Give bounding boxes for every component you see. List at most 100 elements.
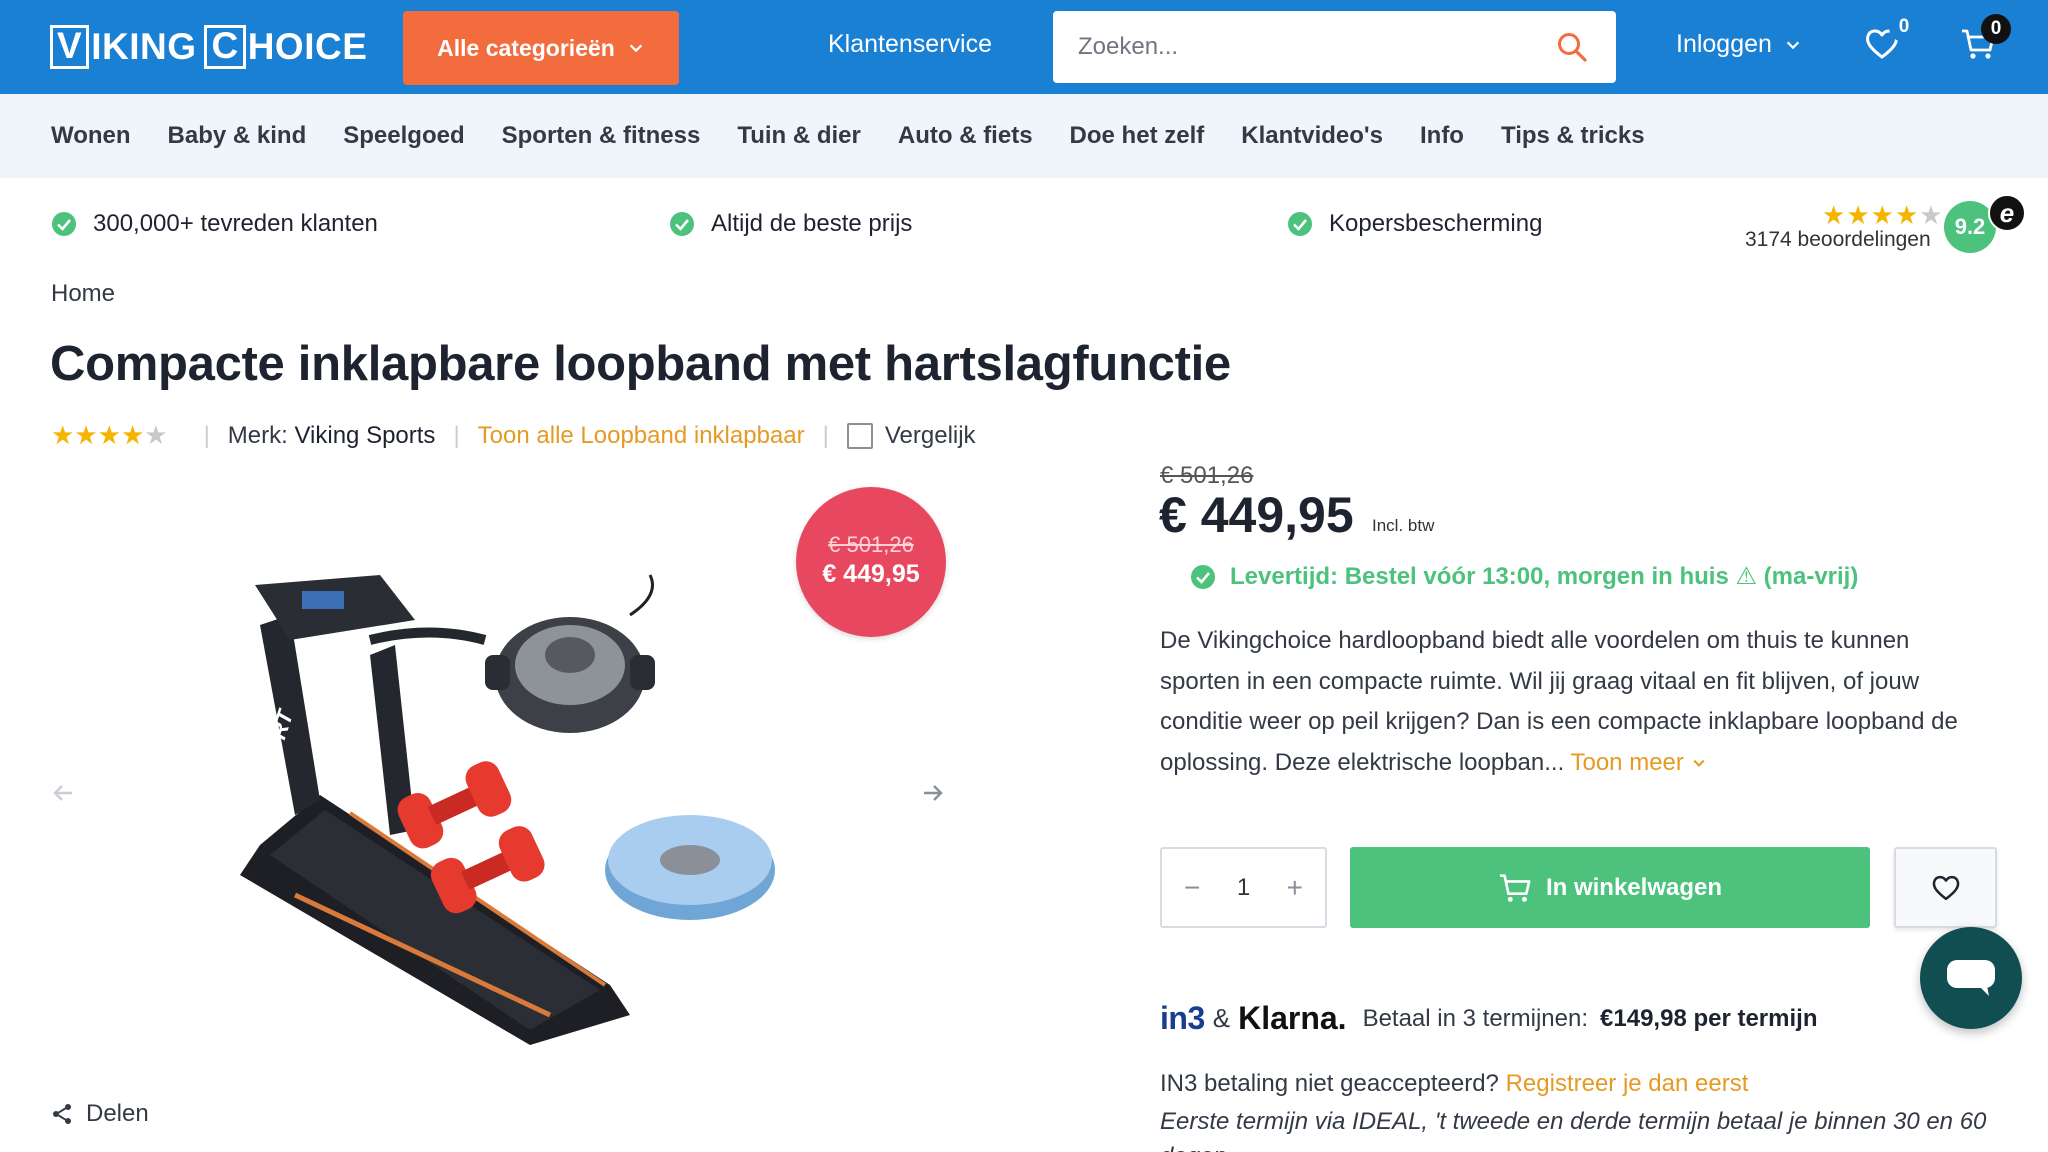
nav-item-sporten-fitness[interactable]: Sporten & fitness xyxy=(502,122,701,150)
nav-item-speelgoed[interactable]: Speelgoed xyxy=(343,122,464,150)
search-input[interactable] xyxy=(1053,33,1533,61)
show-more-label: Toon meer xyxy=(1570,748,1684,776)
star-icon: ★ xyxy=(51,420,75,450)
divider: | xyxy=(822,421,829,449)
add-to-cart-label: In winkelwagen xyxy=(1545,873,1723,901)
chevron-down-icon xyxy=(1693,760,1705,768)
quantity-value[interactable]: 1 xyxy=(1237,874,1250,902)
star-half-icon: ★ xyxy=(144,420,168,450)
product-title: Compacte inklapbare loopband met hartsla… xyxy=(50,337,1231,391)
register-link[interactable]: Registreer je dan eerst xyxy=(1506,1070,1749,1097)
logo-text-hoice: HOICE xyxy=(247,26,368,67)
description-text: De Vikingchoice hardloopband biedt alle … xyxy=(1160,627,1958,776)
nav-item-klantvideos[interactable]: Klantvideo's xyxy=(1241,122,1383,150)
payment-options: in3 & Klarna. Betaal in 3 termijnen: €14… xyxy=(1160,1000,1817,1037)
login-menu[interactable]: Inloggen xyxy=(1676,30,1802,59)
nav-item-wonen[interactable]: Wonen xyxy=(51,122,131,150)
star-icon: ★ xyxy=(1870,200,1894,230)
cart-icon xyxy=(1499,873,1531,902)
share-button[interactable]: Delen xyxy=(50,1100,149,1128)
star-half-icon: ★ xyxy=(1919,200,1943,230)
nav-item-info[interactable]: Info xyxy=(1420,122,1464,150)
reviews-count: 3174 beoordelingen xyxy=(1745,228,1931,251)
in3-terms-text: Eerste termijn via IDEAL, 't tweede en d… xyxy=(1160,1108,1987,1152)
review-stars: ★ ★ ★ ★ ★ xyxy=(1822,200,1943,230)
arrow-right-icon[interactable] xyxy=(920,780,946,806)
quantity-stepper: − 1 + xyxy=(1160,847,1327,928)
logo[interactable]: V IKING C HOICE xyxy=(50,24,367,70)
nav-item-auto-fiets[interactable]: Auto & fiets xyxy=(898,122,1033,150)
quantity-decrease-button[interactable]: − xyxy=(1184,872,1200,904)
all-categories-button[interactable]: Alle categorieën xyxy=(403,11,679,85)
chat-button[interactable] xyxy=(1920,927,2022,1029)
chat-bubble-icon xyxy=(1947,960,1995,996)
check-circle-icon xyxy=(1288,212,1312,236)
usp-item: 300,000+ tevreden klanten xyxy=(51,210,378,238)
ampersand: & xyxy=(1212,1003,1231,1033)
all-categories-label: Alle categorieën xyxy=(437,34,615,61)
category-nav: Wonen Baby & kind Speelgoed Sporten & fi… xyxy=(0,94,2048,178)
product-image[interactable]: SPORT xyxy=(200,545,850,1050)
star-icon: ★ xyxy=(74,420,98,450)
product-rating-stars[interactable]: ★ ★ ★ ★ ★ xyxy=(51,420,168,451)
installments-text: Betaal in 3 termijnen: xyxy=(1362,1004,1589,1032)
compare-checkbox[interactable] xyxy=(846,422,873,449)
search-icon[interactable] xyxy=(1556,31,1588,63)
cart-count-badge: 0 xyxy=(1981,14,2011,44)
klarna-logo: Klarna. xyxy=(1238,1000,1347,1036)
sale-badge: € 501,26 € 449,95 xyxy=(796,487,946,637)
divider: | xyxy=(203,421,210,449)
show-all-category-link[interactable]: Toon alle Loopband inklapbaar xyxy=(478,422,805,450)
sale-new-price: € 449,95 xyxy=(822,560,920,588)
nav-item-doe-het-zelf[interactable]: Doe het zelf xyxy=(1070,122,1205,150)
share-icon xyxy=(53,1104,71,1124)
chevron-down-icon xyxy=(1786,41,1800,49)
usp-item: Altijd de beste prijs xyxy=(669,210,912,238)
add-to-cart-button[interactable]: In winkelwagen xyxy=(1350,847,1870,928)
product-description: De Vikingchoice hardloopband biedt alle … xyxy=(1160,621,1990,783)
in3-note-text: IN3 betaling niet geaccepteerd? xyxy=(1160,1070,1499,1097)
usp-label: Altijd de beste prijs xyxy=(711,210,913,237)
price-vat-note: Incl. btw xyxy=(1372,516,1435,535)
arrow-left-icon[interactable] xyxy=(50,780,76,806)
wishlist-count-badge: 0 xyxy=(1889,12,1919,42)
customer-service-link[interactable]: Klantenservice xyxy=(828,30,992,59)
nav-item-tips-tricks[interactable]: Tips & tricks xyxy=(1501,122,1645,150)
compare-label[interactable]: Vergelijk xyxy=(885,422,976,450)
delivery-text: Levertijd: Bestel vóór 13:00, morgen in … xyxy=(1230,563,1859,590)
nav-item-tuin-dier[interactable]: Tuin & dier xyxy=(737,122,861,150)
check-circle-icon xyxy=(1191,564,1215,589)
heart-icon xyxy=(1932,875,1959,900)
quantity-increase-button[interactable]: + xyxy=(1287,872,1303,904)
check-circle-icon xyxy=(52,212,76,236)
add-to-wishlist-button[interactable] xyxy=(1894,847,1997,928)
divider: | xyxy=(453,421,460,449)
brand-prefix: Merk: xyxy=(227,421,288,449)
login-label: Inloggen xyxy=(1676,30,1772,58)
breadcrumb: Home xyxy=(51,280,115,308)
usp-item: Kopersbescherming xyxy=(1287,210,1542,238)
show-more-link[interactable]: Toon meer xyxy=(1570,749,1706,776)
nav-item-baby-kind[interactable]: Baby & kind xyxy=(168,122,307,150)
star-icon: ★ xyxy=(97,420,121,450)
in3-logo: in3 xyxy=(1160,1000,1205,1036)
chevron-down-icon xyxy=(629,44,643,53)
star-icon: ★ xyxy=(1894,200,1919,230)
brand-name[interactable]: Viking Sports xyxy=(294,422,435,449)
logo-letter-v: V xyxy=(50,25,90,69)
installment-amount: €149,98 per termijn xyxy=(1600,1004,1818,1032)
logo-text-iking: IKING xyxy=(91,26,197,67)
top-header: V IKING C HOICE Alle categorieën Klantenser… xyxy=(0,0,2048,94)
sale-old-price: € 501,26 xyxy=(828,532,914,557)
current-price: € 449,95 xyxy=(1159,487,1354,543)
delivery-info: Levertijd: Bestel vóór 13:00, morgen in … xyxy=(1190,562,1858,591)
brand-info: Merk: Viking Sports xyxy=(228,422,436,450)
breadcrumb-home[interactable]: Home xyxy=(51,280,115,307)
star-icon: ★ xyxy=(1822,200,1846,230)
star-icon: ★ xyxy=(120,420,145,450)
check-circle-icon xyxy=(670,212,694,236)
usp-label: 300,000+ tevreden klanten xyxy=(93,210,378,237)
logo-letter-c: C xyxy=(204,25,246,69)
keurmerk-e-badge[interactable]: e xyxy=(1988,194,2026,232)
star-icon: ★ xyxy=(1846,200,1870,230)
